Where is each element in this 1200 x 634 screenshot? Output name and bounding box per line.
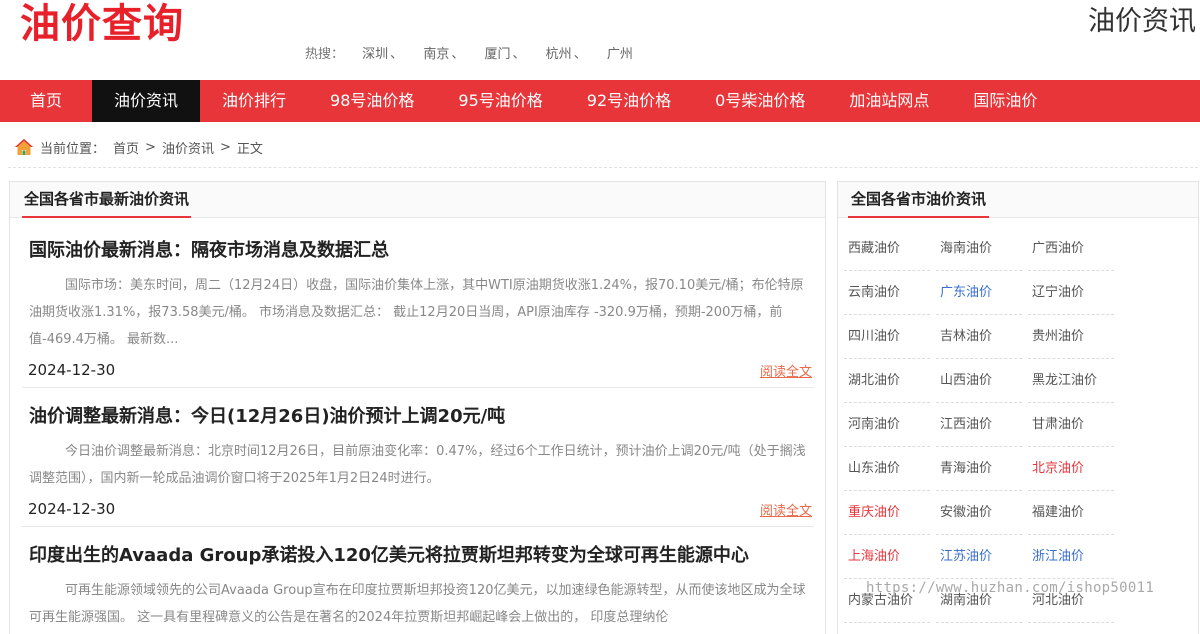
nav-item-92-price[interactable]: 92号油价格 (565, 80, 693, 122)
province-oil-link[interactable]: 黑龙江油价 (1028, 359, 1114, 403)
nav-item-diesel-price[interactable]: 0号柴油价格 (693, 80, 827, 122)
breadcrumb-prefix: 当前位置： (40, 141, 106, 157)
article-divider (22, 526, 814, 527)
news-panel-header: 全国各省市最新油价资讯 (10, 182, 825, 218)
breadcrumb-separator: > (219, 139, 231, 155)
news-panel-title: 全国各省市最新油价资讯 (22, 182, 192, 218)
province-oil-link[interactable]: 江苏油价 (936, 535, 1022, 579)
article-date: 2024-12-30 (28, 361, 116, 379)
province-oil-link[interactable]: 山东油价 (844, 447, 930, 491)
province-oil-link[interactable]: 上海油价 (844, 535, 930, 579)
article-divider (22, 387, 814, 388)
article-item: 印度出生的Avaada Group承诺投入120亿美元将拉贾斯坦邦转变为全球可再… (22, 543, 814, 631)
article-meta: 2024-12-30 阅读全文 (22, 357, 814, 387)
breadcrumb-separator: > (145, 139, 156, 155)
hot-separator: 、 (573, 47, 587, 62)
site-logo[interactable]: 油价查询 (20, 2, 184, 46)
province-oil-link[interactable]: 贵州油价 (1028, 315, 1114, 359)
sidebar-title: 全国各省市油价资讯 (848, 182, 990, 218)
nav-item-oil-ranking[interactable]: 油价排行 (200, 80, 308, 122)
site-header: 油价查询 热搜： 深圳、 南京、 厦门、 杭州、 广州 油价资讯 (0, 0, 1200, 80)
hot-search-label: 热搜： (305, 47, 345, 62)
province-oil-link[interactable]: 山西油价 (936, 359, 1022, 403)
hot-city-link[interactable]: 南京 (423, 47, 449, 62)
breadcrumb-oil-news[interactable]: 油价资讯 (162, 138, 214, 157)
read-more-link[interactable]: 阅读全文 (760, 500, 812, 519)
hot-separator: 、 (390, 47, 404, 62)
breadcrumb-current: 正文 (236, 141, 263, 157)
province-link-grid: 西藏油价 海南油价 广西油价 云南油价 广东油价 辽宁油价 四川油价 吉林油价 … (844, 227, 1124, 623)
article-title[interactable]: 油价调整最新消息：今日(12月26日)油价预计上调20元/吨 (22, 404, 814, 430)
hot-city-link[interactable]: 深圳 (362, 47, 388, 62)
province-oil-link[interactable]: 浙江油价 (1028, 535, 1114, 579)
news-panel: 全国各省市最新油价资讯 国际油价最新消息：隔夜市场消息及数据汇总 国际市场：美东… (9, 181, 826, 634)
article-title[interactable]: 印度出生的Avaada Group承诺投入120亿美元将拉贾斯坦邦转变为全球可再… (22, 543, 814, 569)
province-oil-link[interactable]: 云南油价 (844, 271, 930, 315)
nav-item-oil-news[interactable]: 油价资讯 (92, 80, 201, 122)
home-icon (15, 139, 33, 155)
province-oil-link[interactable]: 辽宁油价 (1028, 271, 1114, 315)
breadcrumb: 当前位置： 首页 > 油价资讯 > 正文 (14, 136, 263, 158)
hot-separator: 、 (451, 47, 465, 62)
read-more-link[interactable]: 阅读全文 (760, 361, 812, 380)
province-oil-link[interactable]: 福建油价 (1028, 491, 1114, 535)
hot-city-link[interactable]: 杭州 (546, 47, 572, 62)
province-oil-link[interactable]: 江西油价 (936, 403, 1022, 447)
province-oil-link[interactable]: 河南油价 (844, 403, 930, 447)
nav-item-gas-stations[interactable]: 加油站网点 (827, 80, 951, 122)
province-oil-link[interactable]: 北京油价 (1028, 447, 1114, 491)
breadcrumb-divider (8, 167, 1198, 168)
article-title[interactable]: 国际油价最新消息：隔夜市场消息及数据汇总 (22, 238, 814, 264)
nav-item-98-price[interactable]: 98号油价格 (308, 80, 436, 122)
article-summary: 国际市场：美东时间，周二（12月24日）收盘，国际油价集体上涨，其中WTI原油期… (29, 278, 804, 347)
province-sidebar: 全国各省市油价资讯 西藏油价 海南油价 广西油价 云南油价 广东油价 辽宁油价 … (837, 181, 1199, 634)
hot-city-link[interactable]: 广州 (607, 47, 633, 62)
province-oil-link[interactable]: 重庆油价 (844, 491, 930, 535)
article-meta: 2024-12-30 阅读全文 (22, 496, 814, 526)
hot-search-row: 热搜： 深圳、 南京、 厦门、 杭州、 广州 (305, 46, 635, 64)
province-oil-link[interactable]: 西藏油价 (844, 227, 930, 271)
province-oil-link[interactable]: 吉林油价 (936, 315, 1022, 359)
nav-item-home[interactable]: 首页 (0, 80, 92, 122)
province-oil-link[interactable]: 广东油价 (936, 271, 1022, 315)
province-oil-link[interactable]: 广西油价 (1028, 227, 1114, 271)
article-item: 油价调整最新消息：今日(12月26日)油价预计上调20元/吨 今日油价调整最新消… (22, 404, 814, 527)
article-summary: 今日油价调整最新消息：北京时间12月26日，目前原油变化率：0.47%，经过6个… (29, 444, 806, 486)
nav-item-95-price[interactable]: 95号油价格 (436, 80, 564, 122)
province-oil-link[interactable]: 青海油价 (936, 447, 1022, 491)
province-oil-link[interactable]: 海南油价 (936, 227, 1022, 271)
article-date: 2024-12-30 (28, 500, 116, 518)
nav-item-intl-oil[interactable]: 国际油价 (951, 80, 1059, 122)
section-title: 油价资讯 (1088, 6, 1196, 37)
hot-city-link[interactable]: 厦门 (485, 47, 511, 62)
province-oil-link[interactable]: 甘肃油价 (1028, 403, 1114, 447)
main-nav: 首页 油价资讯 油价排行 98号油价格 95号油价格 92号油价格 0号柴油价格… (0, 80, 1200, 122)
hot-separator: 、 (512, 47, 526, 62)
province-oil-link[interactable]: 安徽油价 (936, 491, 1022, 535)
breadcrumb-home[interactable]: 首页 (113, 138, 139, 157)
province-oil-link[interactable]: 四川油价 (844, 315, 930, 359)
article-summary: 可再生能源领域领先的公司Avaada Group宣布在印度拉贾斯坦邦投资120亿… (29, 583, 806, 625)
watermark-text: https://www.huzhan.com/ishop50011 (866, 580, 1155, 596)
article-item: 国际油价最新消息：隔夜市场消息及数据汇总 国际市场：美东时间，周二（12月24日… (22, 238, 814, 388)
sidebar-header: 全国各省市油价资讯 (838, 182, 1198, 218)
province-oil-link[interactable]: 湖北油价 (844, 359, 930, 403)
